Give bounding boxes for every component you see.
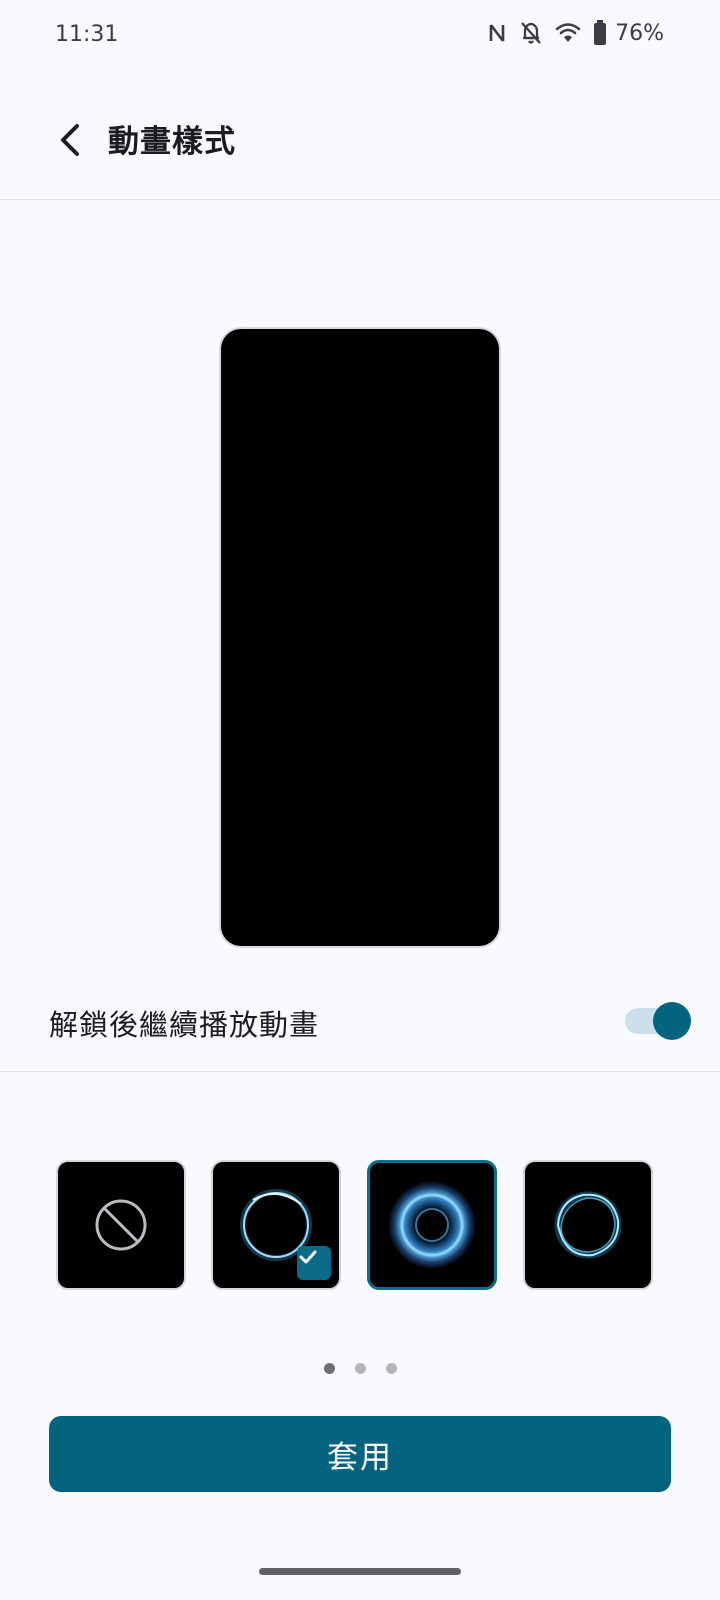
battery-icon <box>593 20 607 46</box>
page-dot-3[interactable] <box>385 1363 397 1374</box>
continue-animation-switch[interactable] <box>625 1002 691 1040</box>
apply-button[interactable]: 套用 <box>49 1416 671 1492</box>
page-title: 動畫樣式 <box>108 124 236 160</box>
continue-animation-setting[interactable]: 解鎖後繼續播放動畫 <box>0 984 720 1058</box>
page-dot-1[interactable] <box>323 1363 335 1374</box>
status-bar: 11:31 76% <box>0 0 720 72</box>
battery-percentage: 76% <box>615 20 664 46</box>
selected-check-badge <box>297 1246 331 1280</box>
page-indicator <box>0 1363 720 1377</box>
header-divider <box>0 199 720 200</box>
ring-wave-icon <box>554 1191 622 1259</box>
switch-thumb <box>653 1002 691 1040</box>
status-time: 11:31 <box>55 22 119 47</box>
style-option-ring-glow[interactable] <box>367 1160 497 1290</box>
section-divider <box>0 1071 720 1072</box>
chevron-left-icon <box>61 124 79 156</box>
style-option-ring-wave[interactable] <box>523 1160 653 1290</box>
status-icons: 76% <box>487 20 664 46</box>
ring-glow-icon <box>388 1181 476 1269</box>
style-option-none[interactable] <box>56 1160 186 1290</box>
animation-style-list <box>56 1160 666 1290</box>
none-icon <box>95 1199 147 1251</box>
wifi-icon <box>555 21 581 45</box>
animation-preview <box>219 327 501 948</box>
style-option-ring-thin[interactable] <box>211 1160 341 1290</box>
nfc-icon <box>487 21 507 45</box>
app-bar: 動畫樣式 <box>0 96 720 184</box>
continue-animation-label: 解鎖後繼續播放動畫 <box>49 1008 320 1042</box>
back-button[interactable] <box>42 112 98 168</box>
check-icon <box>299 1250 317 1264</box>
gesture-navigation-handle[interactable] <box>259 1568 461 1575</box>
page-dot-2[interactable] <box>354 1363 366 1374</box>
notifications-off-icon <box>519 20 543 46</box>
